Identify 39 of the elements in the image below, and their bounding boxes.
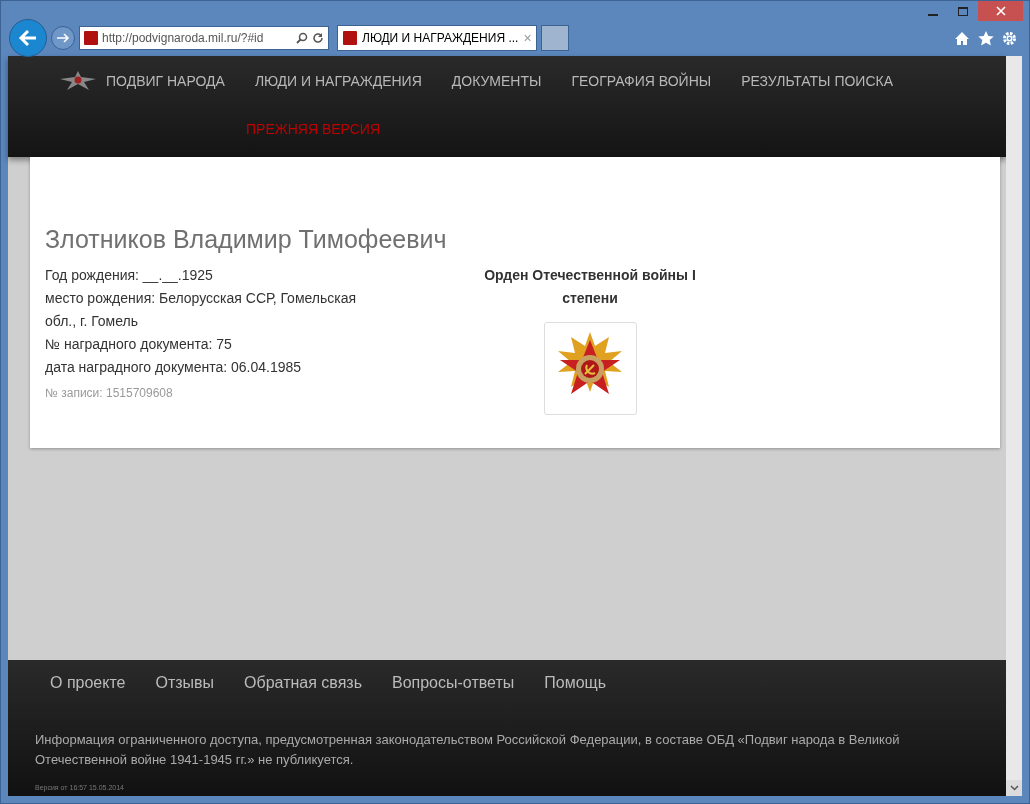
arrow-right-icon [56,32,70,44]
nav-link[interactable]: ПОДВИГ НАРОДА [106,73,225,89]
footer-link[interactable]: Вопросы-ответы [392,674,515,692]
access-notice: Информация ограниченного доступа, предусмотренная законодательством Российской Федерации, в составе ОБД «Подвиг народа в Великой Отечественной войне 1941-1945 гг.» не публикуется. [35,731,901,769]
nav-link[interactable]: ГЕОГРАФИЯ ВОЙНЫ [571,73,712,89]
maximize-icon [958,6,968,16]
close-button[interactable] [978,1,1023,21]
browser-tab[interactable]: ЛЮДИ И НАГРАЖДЕНИЯ ... × [337,25,537,51]
footer-link[interactable]: Обратная связь [244,674,362,692]
forward-button[interactable] [51,26,75,50]
minimize-icon [928,14,938,16]
nav-link[interactable]: РЕЗУЛЬТАТЫ ПОИСКА [741,73,893,89]
record-field: место рождения: Белорусская ССР, Гомельская обл., г. Гомель [45,287,385,333]
record-field: № наградного документа: 75 [45,333,385,356]
site-icon [84,31,98,45]
star-icon[interactable] [978,31,994,46]
refresh-icon[interactable] [312,32,324,44]
nav-link[interactable]: ЛЮДИ И НАГРАЖДЕНИЯ [254,73,422,89]
address-bar[interactable]: http://podvignaroda.mil.ru/?#id [79,26,329,50]
scroll-down-button[interactable] [1006,780,1022,796]
arrow-left-icon [18,29,38,47]
award-title: Орден Отечественной войны I степени [483,266,697,308]
record-field: дата наградного документа: 06.04.1985 [45,356,385,379]
chevron-down-icon [1009,785,1019,791]
site-icon [343,31,357,45]
settings-icon[interactable] [1002,31,1017,46]
footer-link[interactable]: Отзывы [155,674,215,692]
footer-link[interactable]: О проекте [50,674,126,692]
award-thumbnail[interactable] [543,322,637,415]
nav-link[interactable]: ДОКУМЕНТЫ [451,73,542,89]
home-icon[interactable] [954,31,970,46]
search-icon[interactable] [296,32,308,44]
back-button[interactable] [9,19,47,57]
record-field: Год рождения: __.__.1925 [45,264,385,287]
person-name: Злотников Владимир Тимофеевич [45,225,448,254]
new-tab-button[interactable] [541,25,569,51]
close-icon [995,6,1006,16]
record-number: № записи: 1515709608 [45,386,174,400]
footer-link[interactable]: Помощь [544,674,607,692]
